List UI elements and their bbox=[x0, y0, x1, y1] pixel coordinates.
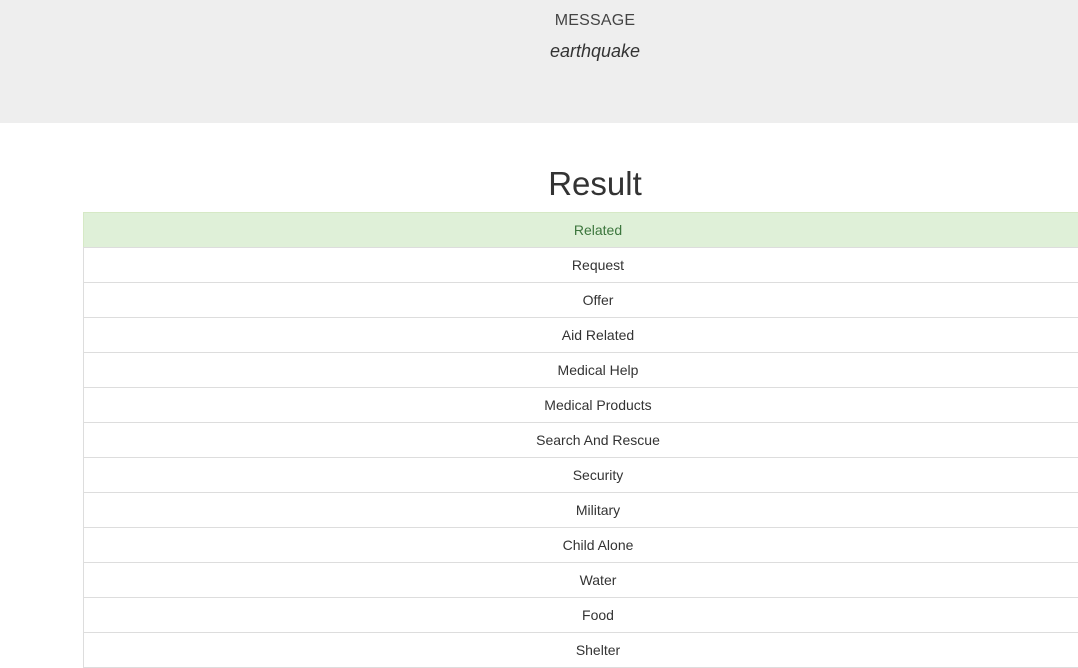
category-row-request: Request bbox=[83, 247, 1078, 283]
category-row-medical-products: Medical Products bbox=[83, 387, 1078, 423]
result-category-list: Related Request Offer Aid Related Medica… bbox=[83, 212, 1078, 668]
category-row-search-and-rescue: Search And Rescue bbox=[83, 422, 1078, 458]
category-row-military: Military bbox=[83, 492, 1078, 528]
category-row-child-alone: Child Alone bbox=[83, 527, 1078, 563]
category-row-aid-related: Aid Related bbox=[83, 317, 1078, 353]
category-row-medical-help: Medical Help bbox=[83, 352, 1078, 388]
message-text: earthquake bbox=[549, 41, 641, 61]
category-row-security: Security bbox=[83, 457, 1078, 493]
category-row-related: Related bbox=[83, 212, 1078, 248]
category-row-shelter: Shelter bbox=[83, 632, 1078, 668]
category-row-food: Food bbox=[83, 597, 1078, 633]
result-title: Result bbox=[548, 165, 642, 202]
message-label: MESSAGE bbox=[554, 12, 636, 29]
category-row-offer: Offer bbox=[83, 282, 1078, 318]
message-header: MESSAGE earthquake bbox=[0, 0, 1078, 123]
category-row-water: Water bbox=[83, 562, 1078, 598]
